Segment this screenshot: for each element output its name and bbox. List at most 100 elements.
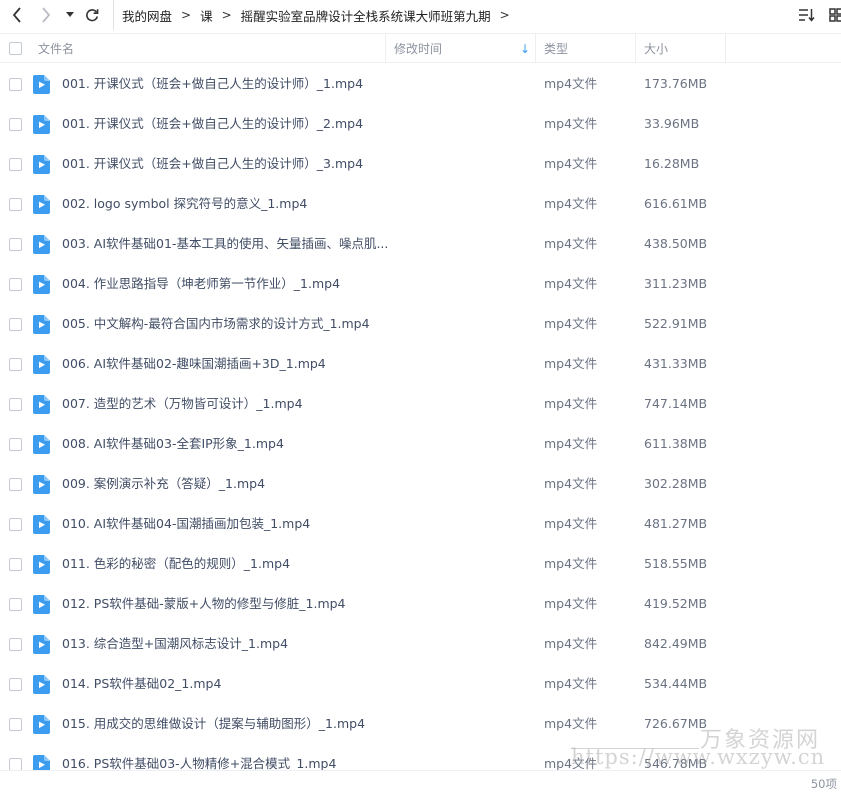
file-name[interactable]: 002. logo symbol 探究符号的意义_1.mp4 <box>62 184 307 224</box>
refresh-icon[interactable] <box>83 5 101 25</box>
row-checkbox[interactable] <box>9 758 22 770</box>
file-row[interactable]: 005. 中文解构-最符合国内市场需求的设计方式_1.mp4 mp4文件 522… <box>0 304 841 344</box>
file-row[interactable]: 013. 综合造型+国潮风标志设计_1.mp4 mp4文件 842.49MB <box>0 624 841 664</box>
column-header-type[interactable]: 类型 <box>544 34 568 63</box>
file-row[interactable]: 011. 色彩的秘密（配色的规则）_1.mp4 mp4文件 518.55MB <box>0 544 841 584</box>
column-divider[interactable] <box>385 34 386 63</box>
row-checkbox[interactable] <box>9 238 22 251</box>
file-row[interactable]: 004. 作业思路指导（坤老师第一节作业）_1.mp4 mp4文件 311.23… <box>0 264 841 304</box>
file-row[interactable]: 001. 开课仪式（班会+做自己人生的设计师）_2.mp4 mp4文件 33.9… <box>0 104 841 144</box>
file-type: mp4文件 <box>544 116 598 131</box>
file-name[interactable]: 012. PS软件基础-蒙版+人物的修型与修脏_1.mp4 <box>62 584 346 624</box>
item-count: 50项 <box>810 777 837 791</box>
file-name[interactable]: 015. 用成交的思维做设计（提案与辅助图形）_1.mp4 <box>62 704 365 744</box>
file-row[interactable]: 001. 开课仪式（班会+做自己人生的设计师）_3.mp4 mp4文件 16.2… <box>0 144 841 184</box>
file-type: mp4文件 <box>544 316 598 331</box>
file-type: mp4文件 <box>544 596 598 611</box>
dropdown-icon[interactable] <box>63 5 77 25</box>
column-header-size[interactable]: 大小 <box>644 34 668 63</box>
breadcrumb-item-my-drive[interactable]: 我的网盘 <box>122 6 172 25</box>
file-row[interactable]: 009. 案例演示补充（答疑）_1.mp4 mp4文件 302.28MB <box>0 464 841 504</box>
column-divider[interactable] <box>725 34 726 63</box>
file-size: 438.50MB <box>644 236 708 251</box>
status-footer: 50项 <box>0 770 841 794</box>
file-row[interactable]: 002. logo symbol 探究符号的意义_1.mp4 mp4文件 616… <box>0 184 841 224</box>
grid-view-icon[interactable] <box>829 8 841 22</box>
file-type: mp4文件 <box>544 76 598 91</box>
row-checkbox[interactable] <box>9 78 22 91</box>
file-row[interactable]: 003. AI软件基础01-基本工具的使用、矢量插画、噪点肌... mp4文件 … <box>0 224 841 264</box>
video-file-icon <box>33 675 50 694</box>
column-header-modified[interactable]: 修改时间 <box>394 34 442 63</box>
file-type: mp4文件 <box>544 716 598 731</box>
column-divider[interactable] <box>635 34 636 63</box>
row-checkbox[interactable] <box>9 558 22 571</box>
file-row[interactable]: 016. PS软件基础03-人物精修+混合模式_1.mp4 mp4文件 546.… <box>0 744 841 770</box>
breadcrumb-item-course[interactable]: 课 <box>200 6 213 25</box>
file-name[interactable]: 001. 开课仪式（班会+做自己人生的设计师）_2.mp4 <box>62 104 363 144</box>
row-checkbox[interactable] <box>9 278 22 291</box>
row-checkbox[interactable] <box>9 678 22 691</box>
file-row[interactable]: 012. PS软件基础-蒙版+人物的修型与修脏_1.mp4 mp4文件 419.… <box>0 584 841 624</box>
sort-list-icon[interactable] <box>798 8 815 22</box>
file-name[interactable]: 001. 开课仪式（班会+做自己人生的设计师）_1.mp4 <box>62 64 363 104</box>
file-row[interactable]: 006. AI软件基础02-趣味国潮插画+3D_1.mp4 mp4文件 431.… <box>0 344 841 384</box>
file-size: 481.27MB <box>644 516 708 531</box>
breadcrumb-separator: > <box>221 8 232 22</box>
row-checkbox[interactable] <box>9 198 22 211</box>
navigation-bar: 我的网盘 > 课 > 摇醒实验室品牌设计全栈系统课大师班第九期 > <box>0 0 841 30</box>
column-divider[interactable] <box>535 34 536 63</box>
file-name[interactable]: 001. 开课仪式（班会+做自己人生的设计师）_3.mp4 <box>62 144 363 184</box>
row-checkbox[interactable] <box>9 118 22 131</box>
forward-arrow-icon[interactable] <box>37 5 55 25</box>
row-checkbox[interactable] <box>9 398 22 411</box>
file-row[interactable]: 014. PS软件基础02_1.mp4 mp4文件 534.44MB <box>0 664 841 704</box>
file-name[interactable]: 009. 案例演示补充（答疑）_1.mp4 <box>62 464 265 504</box>
file-size: 842.49MB <box>644 636 708 651</box>
file-name[interactable]: 008. AI软件基础03-全套IP形象_1.mp4 <box>62 424 284 464</box>
row-checkbox[interactable] <box>9 518 22 531</box>
row-checkbox[interactable] <box>9 478 22 491</box>
file-row[interactable]: 001. 开课仪式（班会+做自己人生的设计师）_1.mp4 mp4文件 173.… <box>0 64 841 104</box>
file-name[interactable]: 016. PS软件基础03-人物精修+混合模式_1.mp4 <box>62 744 336 770</box>
video-file-icon <box>33 475 50 494</box>
video-file-icon <box>33 75 50 94</box>
file-row[interactable]: 008. AI软件基础03-全套IP形象_1.mp4 mp4文件 611.38M… <box>0 424 841 464</box>
breadcrumb-separator: > <box>181 8 192 22</box>
file-size: 726.67MB <box>644 716 708 731</box>
video-file-icon <box>33 635 50 654</box>
file-type: mp4文件 <box>544 636 598 651</box>
row-checkbox[interactable] <box>9 318 22 331</box>
column-header-name[interactable]: 文件名 <box>38 34 74 63</box>
file-name[interactable]: 007. 造型的艺术（万物皆可设计）_1.mp4 <box>62 384 303 424</box>
video-file-icon <box>33 595 50 614</box>
sort-descending-icon[interactable]: ↓ <box>520 34 530 63</box>
file-size: 747.14MB <box>644 396 708 411</box>
row-checkbox[interactable] <box>9 638 22 651</box>
file-type: mp4文件 <box>544 436 598 451</box>
row-checkbox[interactable] <box>9 438 22 451</box>
row-checkbox[interactable] <box>9 158 22 171</box>
video-file-icon <box>33 155 50 174</box>
video-file-icon <box>33 235 50 254</box>
back-arrow-icon[interactable] <box>8 5 26 25</box>
file-row[interactable]: 007. 造型的艺术（万物皆可设计）_1.mp4 mp4文件 747.14MB <box>0 384 841 424</box>
row-checkbox[interactable] <box>9 598 22 611</box>
file-type: mp4文件 <box>544 516 598 531</box>
file-list: 001. 开课仪式（班会+做自己人生的设计师）_1.mp4 mp4文件 173.… <box>0 64 841 770</box>
file-name[interactable]: 005. 中文解构-最符合国内市场需求的设计方式_1.mp4 <box>62 304 370 344</box>
file-name[interactable]: 013. 综合造型+国潮风标志设计_1.mp4 <box>62 624 288 664</box>
select-all-checkbox[interactable] <box>9 42 22 55</box>
file-name[interactable]: 006. AI软件基础02-趣味国潮插画+3D_1.mp4 <box>62 344 326 384</box>
video-file-icon <box>33 755 50 770</box>
row-checkbox[interactable] <box>9 358 22 371</box>
file-name[interactable]: 004. 作业思路指导（坤老师第一节作业）_1.mp4 <box>62 264 340 304</box>
file-name[interactable]: 003. AI软件基础01-基本工具的使用、矢量插画、噪点肌... <box>62 224 388 264</box>
file-name[interactable]: 014. PS软件基础02_1.mp4 <box>62 664 221 704</box>
file-row[interactable]: 010. AI软件基础04-国潮插画加包装_1.mp4 mp4文件 481.27… <box>0 504 841 544</box>
file-name[interactable]: 010. AI软件基础04-国潮插画加包装_1.mp4 <box>62 504 310 544</box>
row-checkbox[interactable] <box>9 718 22 731</box>
file-row[interactable]: 015. 用成交的思维做设计（提案与辅助图形）_1.mp4 mp4文件 726.… <box>0 704 841 744</box>
file-name[interactable]: 011. 色彩的秘密（配色的规则）_1.mp4 <box>62 544 290 584</box>
breadcrumb-item-current-folder[interactable]: 摇醒实验室品牌设计全栈系统课大师班第九期 <box>241 6 491 25</box>
